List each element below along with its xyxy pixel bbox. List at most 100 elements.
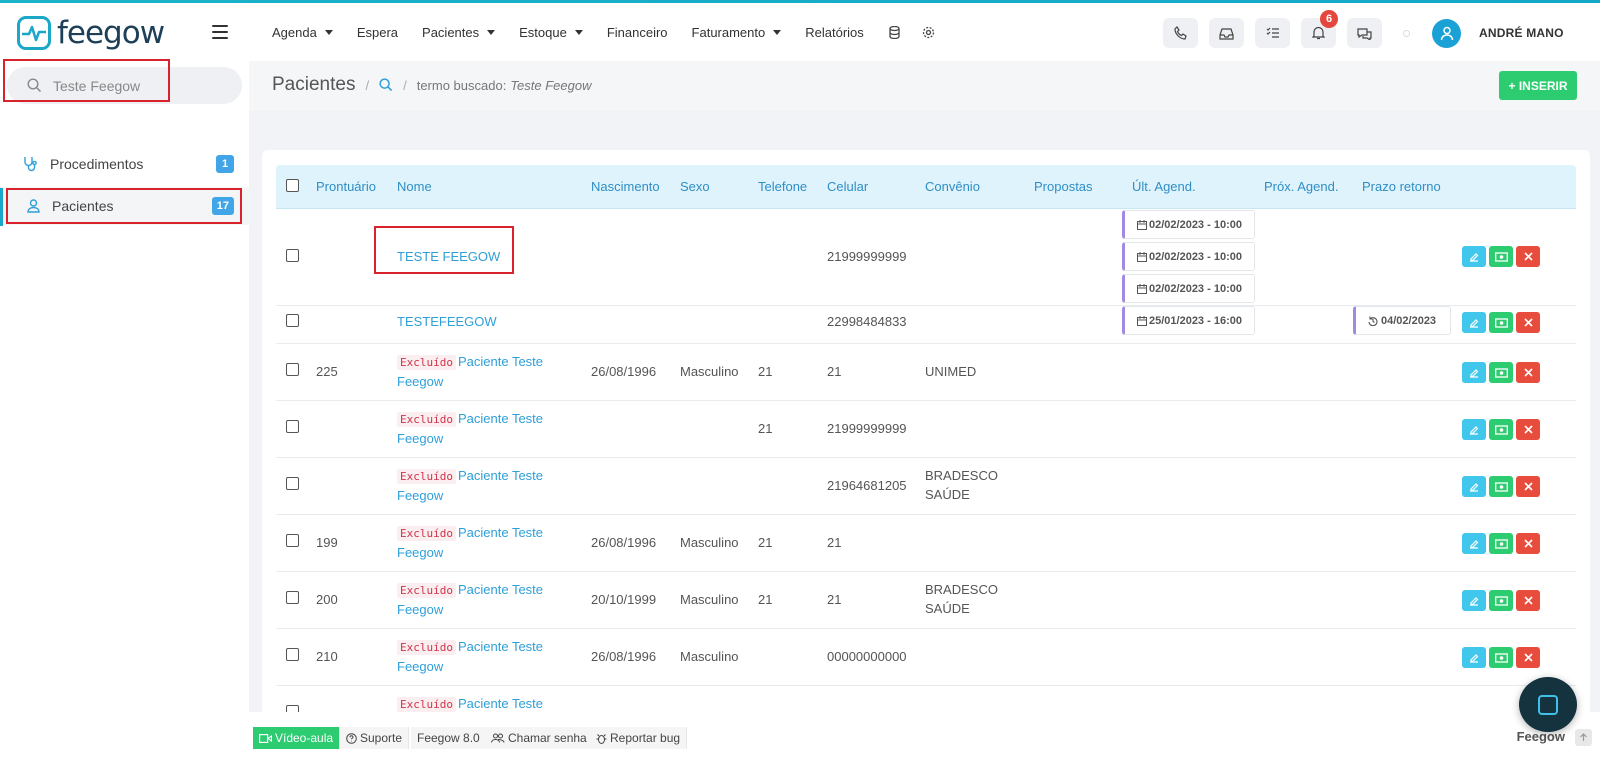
deleted-badge: Excluído <box>397 526 456 541</box>
nav-relatorios[interactable]: Relatórios <box>805 25 864 40</box>
patient-name-link[interactable]: Paciente Teste <box>458 468 543 483</box>
user-name[interactable]: ANDRÉ MANO <box>1479 26 1564 40</box>
sexo-cell: Masculino <box>680 535 739 550</box>
patient-name-link[interactable]: Paciente Teste <box>458 411 543 426</box>
payment-button[interactable] <box>1489 590 1513 611</box>
appointment-tag[interactable]: 02/02/2023 - 10:00 <box>1122 274 1255 303</box>
delete-button[interactable] <box>1516 312 1540 333</box>
nav-financeiro[interactable]: Financeiro <box>607 25 668 40</box>
edit-button[interactable] <box>1462 647 1486 668</box>
reportar-bug-button[interactable]: Reportar bug <box>590 727 688 749</box>
phone-button[interactable] <box>1163 18 1198 48</box>
avatar[interactable] <box>1432 18 1461 48</box>
insert-button[interactable]: + INSERIR <box>1499 71 1577 100</box>
col-prazo-retorno[interactable]: Prazo retorno <box>1362 179 1441 194</box>
delete-button[interactable] <box>1516 246 1540 267</box>
appointment-tag[interactable]: 02/02/2023 - 10:00 <box>1122 210 1255 239</box>
col-telefone[interactable]: Telefone <box>758 179 807 194</box>
nav-faturamento[interactable]: Faturamento <box>692 25 782 40</box>
col-prontuario[interactable]: Prontuário <box>316 179 376 194</box>
delete-button[interactable] <box>1516 476 1540 497</box>
col-prox-agend[interactable]: Próx. Agend. <box>1264 179 1338 194</box>
edit-button[interactable] <box>1462 419 1486 440</box>
convenio-line: BRADESCO <box>925 468 998 483</box>
patient-name-link[interactable]: Feegow <box>397 488 443 503</box>
payment-button[interactable] <box>1489 476 1513 497</box>
notifications-button[interactable]: 6 <box>1301 10 1338 48</box>
row-checkbox[interactable] <box>286 363 299 376</box>
payment-button[interactable] <box>1489 362 1513 383</box>
row-checkbox[interactable] <box>286 314 299 327</box>
col-ult-agend[interactable]: Últ. Agend. <box>1132 179 1196 194</box>
col-nome[interactable]: Nome <box>397 179 432 194</box>
edit-button[interactable] <box>1462 312 1486 333</box>
edit-button[interactable] <box>1462 590 1486 611</box>
nav-pacientes[interactable]: Pacientes <box>422 24 496 40</box>
delete-button[interactable] <box>1516 533 1540 554</box>
appointment-tag[interactable]: 02/02/2023 - 10:00 <box>1122 242 1255 271</box>
col-sexo[interactable]: Sexo <box>680 179 710 194</box>
delete-button[interactable] <box>1516 419 1540 440</box>
appointment-tag[interactable]: 25/01/2023 - 16:00 <box>1122 306 1255 335</box>
edit-icon <box>1470 596 1479 606</box>
convenio-cell: BRADESCO SAÚDE <box>925 580 998 618</box>
col-nascimento[interactable]: Nascimento <box>591 179 660 194</box>
edit-button[interactable] <box>1462 362 1486 383</box>
menu-toggle-icon[interactable] <box>212 25 228 39</box>
patient-name-link[interactable]: Feegow <box>397 545 443 560</box>
nav-agenda[interactable]: Agenda <box>272 25 333 40</box>
suporte-button[interactable]: Suporte <box>340 727 410 749</box>
top-header: feegow Agenda Espera Pacientes Estoque F… <box>0 3 1600 61</box>
delete-button[interactable] <box>1516 362 1540 383</box>
tasks-button[interactable] <box>1255 18 1290 48</box>
payment-button[interactable] <box>1489 647 1513 668</box>
payment-button[interactable] <box>1489 419 1513 440</box>
nascimento-cell: 20/10/1999 <box>591 592 657 607</box>
col-convenio[interactable]: Convênio <box>925 179 980 194</box>
nav-espera[interactable]: Espera <box>357 25 398 40</box>
close-icon <box>1523 318 1533 327</box>
floating-assistant-button[interactable] <box>1519 677 1577 732</box>
row-checkbox[interactable] <box>286 534 299 547</box>
payment-button[interactable] <box>1489 312 1513 333</box>
row-checkbox[interactable] <box>286 477 299 490</box>
select-all-checkbox[interactable] <box>286 179 299 192</box>
patient-name-link[interactable]: Feegow <box>397 374 443 389</box>
payment-button[interactable] <box>1489 533 1513 554</box>
row-checkbox[interactable] <box>286 249 299 262</box>
edit-button[interactable] <box>1462 533 1486 554</box>
delete-button[interactable] <box>1516 590 1540 611</box>
patient-name-link[interactable]: Feegow <box>397 431 443 446</box>
nav-estoque[interactable]: Estoque <box>519 25 583 40</box>
inbox-button[interactable] <box>1209 18 1244 48</box>
gear-icon[interactable] <box>922 25 936 39</box>
appointment-date: 02/02/2023 - 10:00 <box>1149 250 1242 263</box>
patient-name-link[interactable]: Feegow <box>397 602 443 617</box>
database-icon[interactable] <box>888 25 902 39</box>
delete-button[interactable] <box>1516 647 1540 668</box>
col-propostas[interactable]: Propostas <box>1034 179 1093 194</box>
scroll-top-button[interactable] <box>1575 729 1592 746</box>
col-celular[interactable]: Celular <box>827 179 868 194</box>
row-checkbox[interactable] <box>286 420 299 433</box>
edit-button[interactable] <box>1462 476 1486 497</box>
chamar-senha-button[interactable]: Chamar senha <box>485 727 594 749</box>
video-aula-button[interactable]: Vídeo-aula <box>253 727 341 749</box>
patient-name-link[interactable]: Paciente Teste <box>458 525 543 540</box>
logo[interactable]: feegow <box>17 15 165 51</box>
patient-name-link[interactable]: Paciente Teste <box>458 639 543 654</box>
chat-button[interactable] <box>1347 18 1382 48</box>
patient-name-link[interactable]: Paciente Teste <box>458 696 543 711</box>
return-deadline-tag[interactable]: 04/02/2023 <box>1353 306 1451 335</box>
patient-name-link[interactable]: Feegow <box>397 659 443 674</box>
edit-button[interactable] <box>1462 246 1486 267</box>
row-checkbox[interactable] <box>286 648 299 661</box>
payment-button[interactable] <box>1489 246 1513 267</box>
patient-name-link[interactable]: TESTEFEEGOW <box>397 312 497 331</box>
assistant-icon <box>1538 694 1558 715</box>
sidebar-item-procedimentos[interactable]: Procedimentos 1 <box>0 145 249 183</box>
nav-label: Pacientes <box>422 24 480 40</box>
patient-name-link[interactable]: Paciente Teste <box>458 582 543 597</box>
row-checkbox[interactable] <box>286 591 299 604</box>
patient-name-link[interactable]: Paciente Teste <box>458 354 543 369</box>
